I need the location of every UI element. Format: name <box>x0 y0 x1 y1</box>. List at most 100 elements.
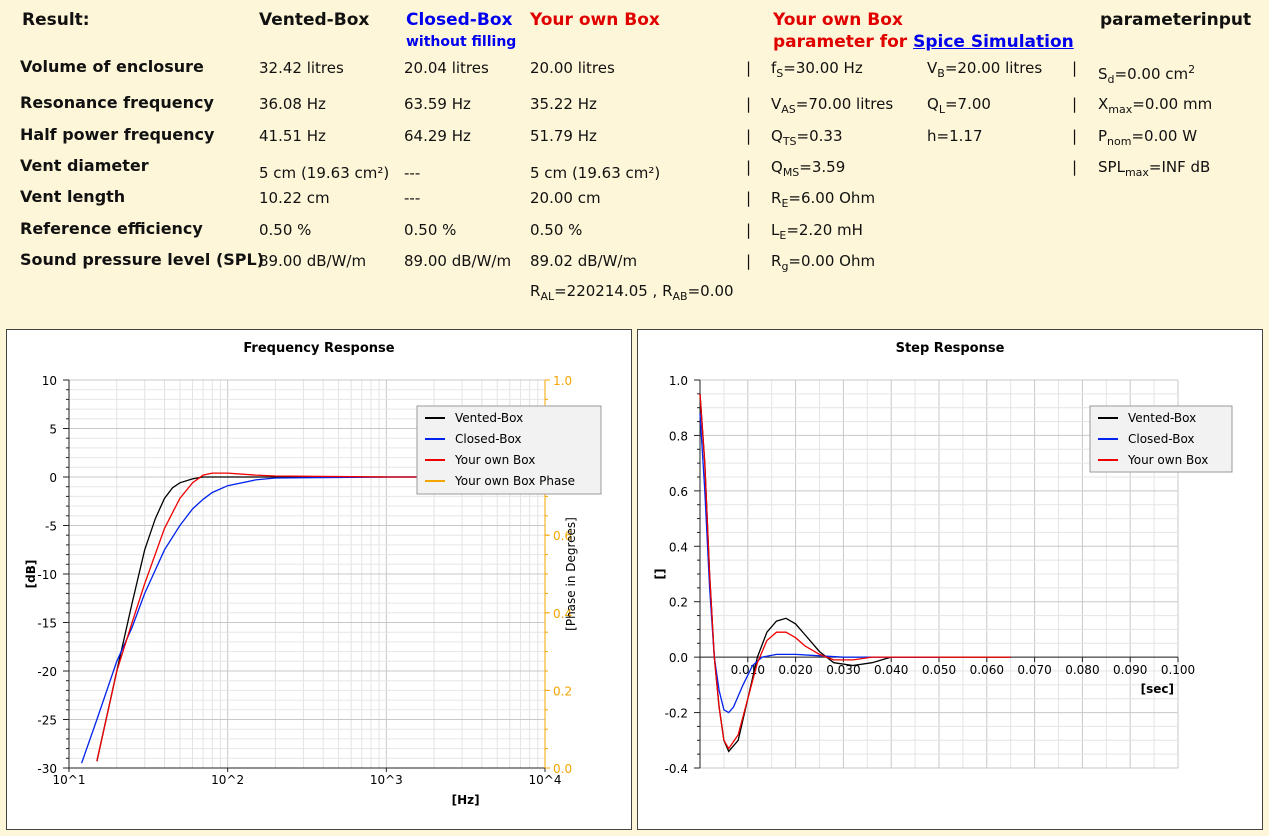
x-tick-label: 0.050 <box>922 663 956 677</box>
y-tick-label: 0.6 <box>669 485 688 499</box>
y-tick-label: 0.0 <box>669 651 688 665</box>
spice-param: RE=6.00 Ohm <box>771 189 875 210</box>
vented-value: 10.22 cm <box>259 189 330 207</box>
closed-value: 20.04 litres <box>404 59 489 77</box>
vented-value: 89.00 dB/W/m <box>259 252 367 270</box>
closed-value: --- <box>404 164 421 182</box>
input-param-value: =0.00 cm <box>1114 65 1189 83</box>
spice-param-symbol: h <box>927 127 937 145</box>
y-tick-label: -20 <box>37 665 57 679</box>
x-tick-label: 0.100 <box>1161 663 1195 677</box>
y-tick-label: -0.4 <box>665 762 688 776</box>
separator: | <box>746 59 752 77</box>
own-box-heading: Your own Box <box>530 10 660 30</box>
x-tick-label: 10^1 <box>53 773 86 787</box>
own-value: 20.00 litres <box>530 59 615 77</box>
y-axis-label: [] <box>653 569 667 580</box>
chart-title: Step Response <box>896 341 1005 356</box>
ral-part: =0.00 <box>687 282 734 300</box>
y-tick-label: 1.0 <box>669 374 688 388</box>
separator: | <box>746 221 752 239</box>
y-tick-label: -5 <box>45 520 57 534</box>
spice-param-symbol: Q <box>771 158 783 176</box>
spice-param-subscript: B <box>937 67 945 80</box>
input-param-subscript: max <box>1124 166 1149 179</box>
x-tick-label: 0.040 <box>874 663 908 677</box>
spice-param-symbol: Q <box>927 95 939 113</box>
parameterinput-heading: parameterinput <box>1100 10 1252 30</box>
own-value: 0.50 % <box>530 221 583 239</box>
spice-param-symbol: R <box>771 252 782 270</box>
spice-param: VAS=70.00 litres <box>771 95 893 116</box>
y-tick-label: -0.2 <box>665 707 688 721</box>
spice-param-value: =3.59 <box>799 158 846 176</box>
closed-value: 63.59 Hz <box>404 95 471 113</box>
row-label: Sound pressure level (SPL) <box>20 250 265 269</box>
spice-heading: Your own Box <box>773 10 903 30</box>
ral-part: =220214.05 , <box>554 282 663 300</box>
spice-param-symbol: V <box>771 95 782 113</box>
input-param-symbol: S <box>1098 65 1108 83</box>
frequency-response-panel: Frequency Response 10 5 0 -5 -10 -15 -20 -25 -30 1… <box>6 329 632 830</box>
spice-param: LE=2.20 mH <box>771 221 863 242</box>
separator: | <box>1072 127 1078 145</box>
x-tick-label: 10^3 <box>370 773 403 787</box>
y-tick-label: 0.4 <box>669 540 688 554</box>
y-axis-label: [dB] <box>24 560 38 589</box>
separator: | <box>1072 59 1078 77</box>
row-label: Vent length <box>20 187 126 206</box>
spice-param: VB=20.00 litres <box>927 59 1042 80</box>
row-label: Half power frequency <box>20 125 215 144</box>
x-tick-label: 0.070 <box>1017 663 1051 677</box>
input-param: Sd=0.00 cm2 <box>1098 63 1195 86</box>
y-tick-label: 0 <box>49 471 57 485</box>
series-line-vented-box <box>699 393 1011 753</box>
vented-value: 36.08 Hz <box>259 95 326 113</box>
y-tick-label: 10 <box>42 374 57 388</box>
separator: | <box>746 95 752 113</box>
y2-axis-label: [Phase in Degrees] <box>564 517 578 631</box>
spice-param-symbol: Q <box>771 127 783 145</box>
step-response-panel: Step Response 1.0 0.8 0.6 0.4 0.2 0.0 -0.2 -0.4 0… <box>637 329 1263 830</box>
spice-param-subscript: AS <box>781 103 796 116</box>
spice-param: QL=7.00 <box>927 95 991 116</box>
spice-param-value: =1.17 <box>936 127 983 145</box>
separator: | <box>746 158 752 176</box>
x-tick-label: 0.090 <box>1113 663 1147 677</box>
x-tick-label: 10^2 <box>211 773 244 787</box>
spice-param-symbol: R <box>771 189 782 207</box>
y-tick-label: -10 <box>37 568 57 582</box>
separator: | <box>1072 95 1078 113</box>
spice-subheading-text: parameter for <box>773 32 914 52</box>
y-tick-label: 5 <box>49 423 57 437</box>
y-tick-label: 0.8 <box>669 429 688 443</box>
legend-label: Your own Box Phase <box>454 474 575 488</box>
own-value: 51.79 Hz <box>530 127 597 145</box>
row-label: Vent diameter <box>20 156 149 175</box>
spice-param-subscript: TS <box>782 135 797 148</box>
separator: | <box>1072 158 1078 176</box>
step-response-chart: Step Response 1.0 0.8 0.6 0.4 0.2 0.0 -0.2 -0.4 0… <box>653 341 1233 776</box>
legend-label: Vented-Box <box>455 411 523 425</box>
x-tick-label: 0.060 <box>970 663 1004 677</box>
separator: | <box>746 252 752 270</box>
spice-param-symbol: V <box>927 59 938 77</box>
spice-param-value: =7.00 <box>944 95 991 113</box>
input-param: Xmax=0.00 mm <box>1098 95 1212 116</box>
spice-param-value: =70.00 litres <box>795 95 894 113</box>
closed-value: 0.50 % <box>404 221 457 239</box>
vented-value: 32.42 litres <box>259 59 344 77</box>
input-param-value: =0.00 W <box>1131 127 1198 145</box>
separator: | <box>746 127 752 145</box>
closed-value: --- <box>404 189 421 207</box>
frequency-response-chart: Frequency Response1050-5-10-15-20-25-301… <box>24 341 602 807</box>
spice-param-value: =20.00 litres <box>944 59 1043 77</box>
spice-param-value: =0.00 Ohm <box>788 252 876 270</box>
input-param-symbol: P <box>1098 127 1108 145</box>
input-param-subscript: d <box>1107 73 1115 86</box>
row-label: Volume of enclosure <box>20 57 204 76</box>
closed-box-heading: Closed-Box <box>406 10 513 30</box>
spice-simulation-link[interactable]: Spice Simulation <box>913 32 1074 52</box>
spice-param-value: =30.00 Hz <box>783 59 863 77</box>
spice-param-value: =0.33 <box>796 127 843 145</box>
